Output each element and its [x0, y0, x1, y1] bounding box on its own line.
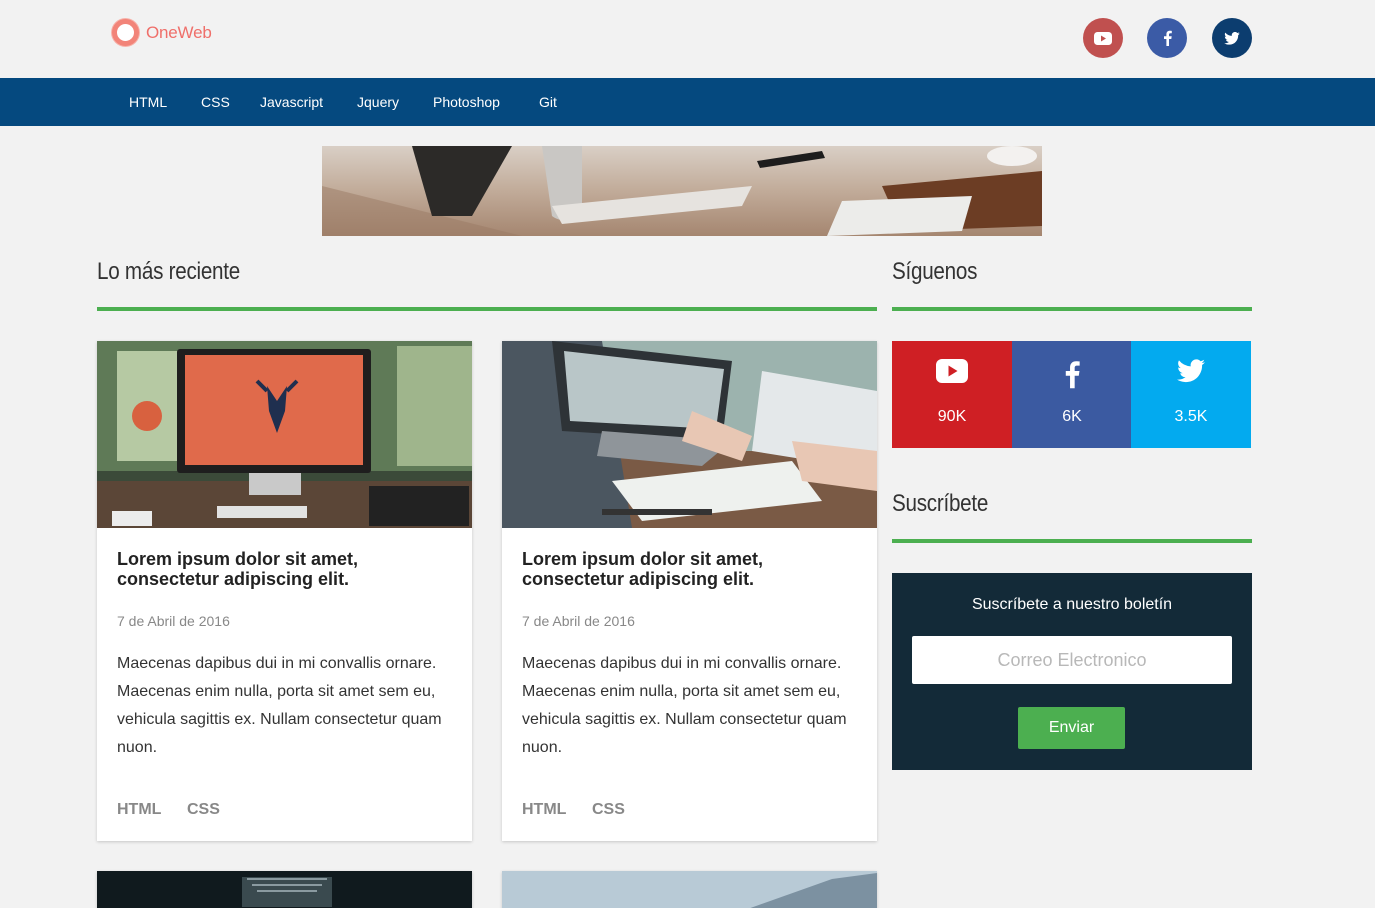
follow-twitter-button[interactable]: 3.5K: [1131, 341, 1251, 448]
post-date: 7 de Abril de 2016: [522, 613, 635, 629]
facebook-icon: [1065, 361, 1080, 389]
youtube-count: 90K: [937, 408, 967, 425]
header-twitter-button[interactable]: [1212, 18, 1252, 58]
header-facebook-button[interactable]: [1147, 18, 1187, 58]
nav-item-css[interactable]: CSS: [201, 78, 230, 126]
brand-name: OneWeb: [146, 22, 212, 42]
banner-image: [322, 146, 1042, 236]
post-card[interactable]: Lorem ipsum dolor sit amet, consectetur …: [502, 341, 877, 841]
nav-item-photoshop[interactable]: Photoshop: [433, 78, 500, 126]
youtube-icon: [1094, 31, 1112, 45]
latest-section-divider: [97, 307, 877, 311]
facebook-icon: [1163, 30, 1172, 46]
post-title[interactable]: Lorem ipsum dolor sit amet, consectetur …: [522, 549, 862, 589]
site-header: OneWeb: [0, 0, 1375, 78]
newsletter-box: Suscríbete a nuestro boletín Enviar: [892, 573, 1252, 770]
twitter-icon: [1177, 359, 1205, 383]
post-image: [502, 341, 877, 528]
twitter-count: 3.5K: [1174, 408, 1208, 425]
follow-section-divider: [892, 307, 1252, 311]
subscribe-section-divider: [892, 539, 1252, 543]
post-tag-html[interactable]: HTML: [117, 801, 161, 819]
category-nav: HTML CSS Javascript Jquery Photoshop Git: [0, 78, 1375, 126]
logo-icon: [112, 19, 139, 46]
post-excerpt: Maecenas dapibus dui in mi convallis orn…: [522, 655, 847, 756]
header-youtube-button[interactable]: [1083, 18, 1123, 58]
post-date: 7 de Abril de 2016: [117, 613, 230, 629]
post-card-partial[interactable]: [97, 871, 472, 908]
post-tag-html[interactable]: HTML: [522, 801, 566, 819]
twitter-icon: [1224, 31, 1240, 45]
post-card[interactable]: Lorem ipsum dolor sit amet, consectetur …: [97, 341, 472, 841]
post-title[interactable]: Lorem ipsum dolor sit amet, consectetur …: [117, 549, 457, 589]
nav-item-jquery[interactable]: Jquery: [357, 78, 399, 126]
post-tag-css[interactable]: CSS: [592, 801, 625, 819]
post-image: [97, 341, 472, 528]
latest-section-title: Lo más reciente: [97, 258, 240, 285]
nav-item-javascript[interactable]: Javascript: [260, 78, 323, 126]
logo[interactable]: OneWeb: [112, 19, 212, 46]
post-tag-css[interactable]: CSS: [187, 801, 220, 819]
facebook-count: 6K: [1062, 408, 1082, 425]
email-field[interactable]: [912, 636, 1232, 684]
newsletter-label: Suscríbete a nuestro boletín: [971, 596, 1173, 613]
submit-button[interactable]: Enviar: [1018, 707, 1125, 749]
post-card-partial[interactable]: [502, 871, 877, 908]
nav-item-git[interactable]: Git: [539, 78, 557, 126]
follow-section-title: Síguenos: [892, 258, 978, 285]
follow-facebook-button[interactable]: 6K: [1012, 341, 1132, 448]
youtube-icon: [936, 359, 968, 383]
nav-item-html[interactable]: HTML: [129, 78, 167, 126]
post-excerpt: Maecenas dapibus dui in mi convallis orn…: [117, 655, 442, 756]
follow-youtube-button[interactable]: 90K: [892, 341, 1012, 448]
subscribe-section-title: Suscríbete: [892, 490, 989, 517]
